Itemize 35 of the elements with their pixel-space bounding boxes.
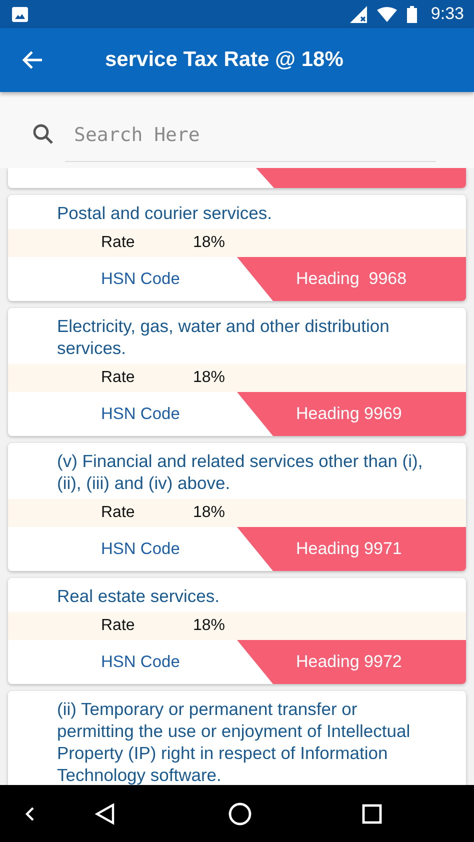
search-bar[interactable]: Search Here [0, 92, 474, 168]
rate-value: 18% [193, 617, 226, 635]
service-title: Postal and courier services. [56, 202, 273, 225]
rate-label: Rate [100, 504, 136, 522]
screen-title: service Tax Rate @ 18% [105, 48, 344, 72]
service-title: (v) Financial and related services other than (i), (ii), (iii) and (iv) above. [56, 450, 424, 495]
chevron-left-icon[interactable] [24, 804, 36, 822]
signal-icon [350, 6, 367, 22]
back-arrow-icon[interactable] [22, 49, 44, 71]
hsn-label: HSN Code [100, 540, 181, 558]
heading-band: Heading 9971 [237, 527, 466, 571]
rate-value: 18% [193, 504, 226, 522]
back-triangle-icon[interactable] [94, 802, 116, 824]
wifi-icon [376, 6, 397, 22]
battery-icon [406, 6, 417, 22]
image-icon [12, 6, 28, 22]
rate-label: Rate [100, 617, 136, 635]
rate-value: 18% [193, 369, 226, 387]
service-title: Real estate services. [56, 585, 220, 608]
rate-value: 18% [193, 234, 226, 252]
home-circle-icon[interactable] [228, 802, 252, 826]
status-time: 9:33 [430, 4, 464, 24]
hsn-label: HSN Code [100, 404, 181, 424]
search-field[interactable]: Search Here [65, 108, 436, 162]
rate-label: Rate [100, 234, 136, 252]
heading-band: Heading 9972 [237, 640, 466, 684]
heading-band: Heading 9969 [237, 392, 466, 436]
heading-band: Heading 9968 [237, 257, 466, 301]
hsn-label: HSN Code [100, 270, 181, 288]
service-title: (ii) Temporary or permanent transfer or permitting the use or enjoyment of Intellectual Property (IP) right in respect of Information Technology software. [56, 698, 412, 785]
rate-label: Rate [100, 369, 136, 387]
service-title: Electricity, gas, water and other distribution services. [56, 315, 390, 360]
hsn-label: HSN Code [100, 652, 181, 672]
search-icon [32, 123, 54, 145]
square-icon[interactable] [362, 804, 382, 824]
